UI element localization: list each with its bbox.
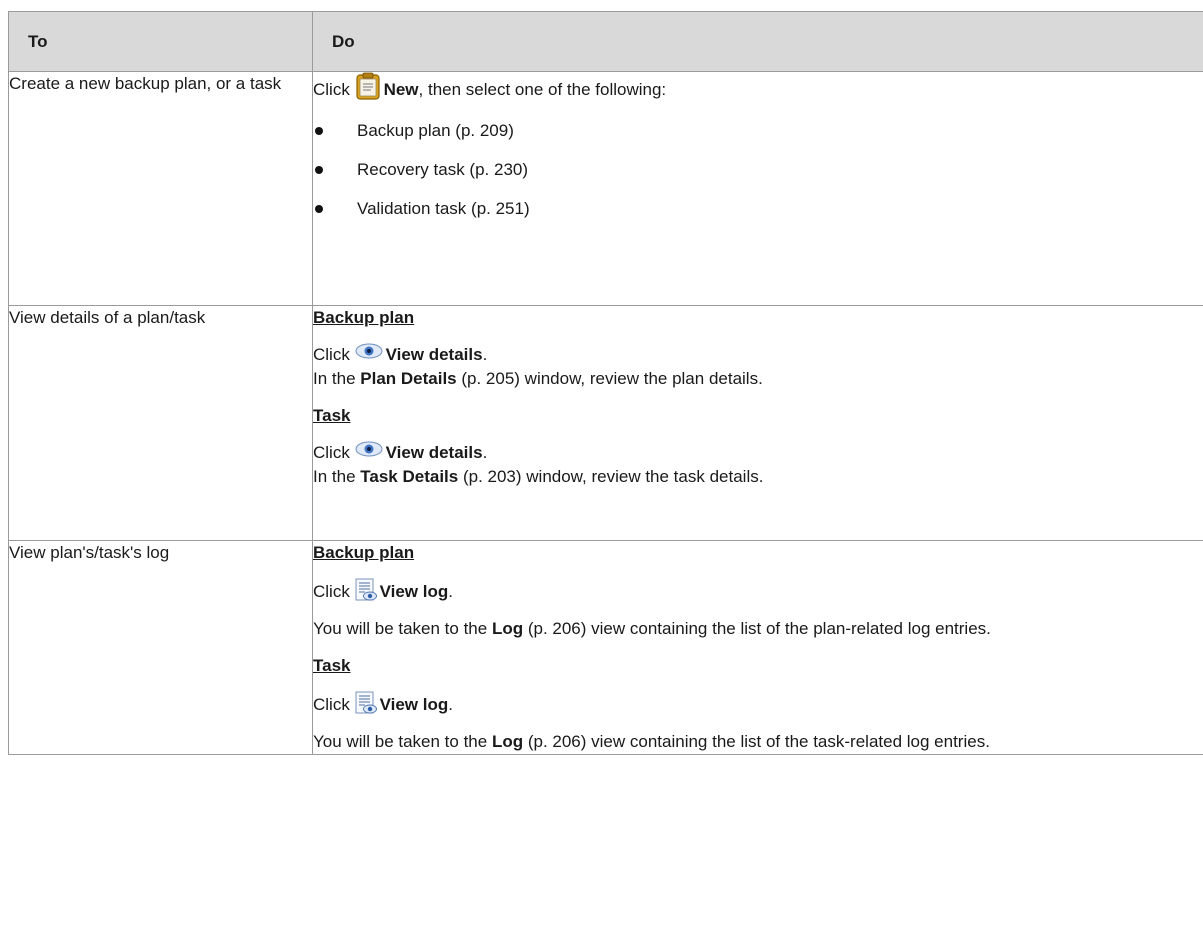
log-icon (355, 578, 377, 602)
instruction-line: Click View log. (313, 578, 1203, 604)
eye-icon (355, 441, 383, 457)
list-item: Recovery task (p. 230) (313, 158, 1203, 182)
bullet-icon (315, 166, 323, 174)
table-row: Create a new backup plan, or a task Clic… (8, 71, 1203, 306)
log-view-link[interactable]: Log (492, 619, 523, 638)
table-row: View plan's/task's log Backup plan Click… (8, 540, 1203, 755)
actions-table: To Do Create a new backup plan, or a tas… (8, 11, 1203, 755)
instruction-line: You will be taken to the Log (p. 206) vi… (313, 732, 990, 751)
row-action-cell: Backup plan Click View log. You will be … (312, 540, 1203, 755)
row-action-cell: Backup plan Click View details. In the P… (312, 305, 1203, 541)
section-title: Backup plan (313, 543, 415, 562)
section-title: Task (313, 656, 351, 675)
new-plan-icon (355, 72, 381, 100)
column-header-to: To (8, 11, 313, 72)
row-task-cell: View details of a plan/task (8, 305, 313, 541)
task-details-link[interactable]: Task Details (360, 467, 458, 486)
link-backup-plan[interactable]: Backup plan (p. 209) (357, 121, 514, 140)
plan-details-link[interactable]: Plan Details (360, 369, 456, 388)
table-row: View details of a plan/task Backup plan … (8, 305, 1203, 541)
section-title: Task (313, 406, 351, 425)
row-task-cell: Create a new backup plan, or a task (8, 71, 313, 306)
instruction-line: Click View details. (313, 343, 488, 364)
bullet-icon (315, 127, 323, 135)
table-header-row: To Do (8, 11, 1203, 72)
bullet-icon (315, 205, 323, 213)
log-icon (355, 691, 377, 715)
view-log-action[interactable]: View log (380, 582, 449, 601)
view-details-action[interactable]: View details (386, 443, 483, 462)
instruction-line: You will be taken to the Log (p. 206) vi… (313, 619, 991, 638)
instruction-line: Click View details. (313, 441, 488, 462)
view-log-action[interactable]: View log (380, 695, 449, 714)
list-item: Validation task (p. 251) (313, 197, 1203, 221)
instruction-line: Click New, then select one of the follow… (313, 72, 1203, 102)
new-action-label[interactable]: New (384, 80, 419, 99)
log-view-link[interactable]: Log (492, 732, 523, 751)
row-action-cell: Click New, then select one of the follow… (312, 71, 1203, 306)
link-recovery-task[interactable]: Recovery task (p. 230) (357, 160, 528, 179)
eye-icon (355, 343, 383, 359)
column-header-do: Do (312, 11, 1203, 72)
link-validation-task[interactable]: Validation task (p. 251) (357, 199, 530, 218)
list-item: Backup plan (p. 209) (313, 119, 1203, 143)
instruction-line: Click View log. (313, 691, 1203, 717)
section-title: Backup plan (313, 308, 415, 327)
view-details-action[interactable]: View details (386, 345, 483, 364)
row-task-cell: View plan's/task's log (8, 540, 313, 755)
instruction-line: In the Plan Details (p. 205) window, rev… (313, 369, 763, 388)
instruction-line: In the Task Details (p. 203) window, rev… (313, 467, 764, 486)
